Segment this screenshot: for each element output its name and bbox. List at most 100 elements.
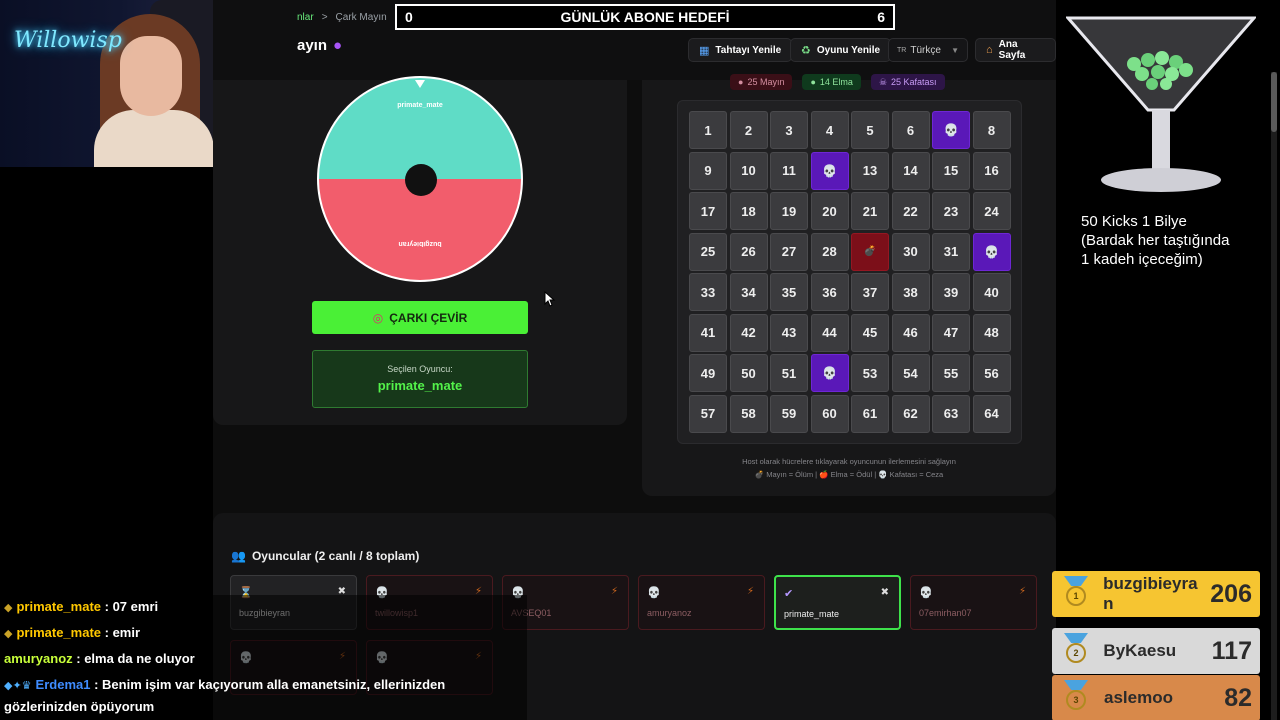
grid-cell-skull[interactable]: 💀: [810, 151, 849, 190]
grid-cell[interactable]: 8: [972, 111, 1011, 149]
page-scrollbar[interactable]: [1271, 72, 1277, 720]
grid-cell[interactable]: 45: [851, 313, 889, 352]
grid-cell[interactable]: 36: [810, 273, 849, 311]
refresh-board-button[interactable]: ▦ Tahtayı Yenile: [688, 38, 793, 62]
grid-cell[interactable]: 35: [770, 273, 808, 311]
player-action-icon[interactable]: ⚡: [1019, 586, 1026, 597]
grid-cell[interactable]: 4: [810, 111, 849, 149]
player-action-icon[interactable]: ✖: [881, 587, 889, 598]
grid-cell[interactable]: 9: [689, 151, 727, 190]
grid-cell[interactable]: 26: [729, 232, 768, 271]
leaderboard-name: buzgibieyra n: [1103, 574, 1198, 613]
player-status-icon: ✔: [784, 588, 794, 600]
grid-cell[interactable]: 38: [891, 273, 930, 311]
grid-cell[interactable]: 40: [972, 273, 1011, 311]
grid-cell[interactable]: 23: [932, 192, 970, 230]
player-card[interactable]: 💀 ⚡ amuryanoz: [638, 575, 765, 630]
grid-cell[interactable]: 51: [770, 354, 808, 392]
player-action-icon[interactable]: ⚡: [747, 586, 754, 597]
grid-cell[interactable]: 2: [729, 111, 768, 149]
refresh-game-button[interactable]: ♻ Oyunu Yenile: [790, 38, 892, 62]
grid-cell[interactable]: 44: [810, 313, 849, 352]
language-select[interactable]: TR Türkçe ▼: [888, 38, 968, 62]
grid-cell[interactable]: 22: [891, 192, 930, 230]
bomb-icon: ●: [333, 37, 343, 54]
grid-cell[interactable]: 53: [851, 354, 889, 392]
player-action-icon[interactable]: ⚡: [611, 586, 618, 597]
spin-wheel-button[interactable]: ◎ ÇARKI ÇEVİR: [312, 301, 528, 334]
grid-cell[interactable]: 57: [689, 394, 727, 433]
grid-cell[interactable]: 1: [689, 111, 727, 149]
mine-grid: 1 2 3 4 5 6 💀 8 9 10 11 💀 13 14 15 16 17 18 19 20 21 22 23 24 25…: [677, 100, 1022, 444]
player-card[interactable]: 💀 ⚡ 07emirhan07: [910, 575, 1037, 630]
grid-cell[interactable]: 3: [770, 111, 808, 149]
player-status-icon: 💀: [647, 587, 661, 599]
grid-cell[interactable]: 41: [689, 313, 727, 352]
grid-cell[interactable]: 42: [729, 313, 768, 352]
subscriber-goal-bar: 0 GÜNLÜK ABONE HEDEFİ 6: [395, 4, 895, 30]
grid-cell[interactable]: 46: [891, 313, 930, 352]
grid-cell[interactable]: 5: [851, 111, 889, 149]
player-name: 07emirhan07: [919, 608, 972, 618]
grid-cell[interactable]: 63: [932, 394, 970, 433]
grid-cell[interactable]: 19: [770, 192, 808, 230]
grid-cell[interactable]: 27: [770, 232, 808, 271]
grid-cell[interactable]: 16: [972, 151, 1011, 190]
grid-cell[interactable]: 15: [932, 151, 970, 190]
grid-cell[interactable]: 48: [972, 313, 1011, 352]
player-card[interactable]: ✔ ✖ primate_mate: [774, 575, 901, 630]
breadcrumb: nlar > Çark Mayın: [297, 12, 387, 23]
grid-cell[interactable]: 64: [972, 394, 1011, 433]
grid-cell[interactable]: 33: [689, 273, 727, 311]
grid-cell[interactable]: 59: [770, 394, 808, 433]
grid-cell[interactable]: 28: [810, 232, 849, 271]
grid-cell[interactable]: 18: [729, 192, 768, 230]
home-button[interactable]: ⌂ Ana Sayfa: [975, 38, 1056, 62]
grid-cell[interactable]: 31: [932, 232, 970, 271]
grid-cell[interactable]: 25: [689, 232, 727, 271]
leaderboard-row: 3 aslemoo 82: [1052, 675, 1260, 720]
grid-cell[interactable]: 24: [972, 192, 1011, 230]
leaderboard-score: 117: [1211, 636, 1252, 665]
kicks-line: 50 Kicks 1 Bilye: [1081, 213, 1187, 230]
grid-cell[interactable]: 10: [729, 151, 768, 190]
grid-cell[interactable]: 60: [810, 394, 849, 433]
grid-cell[interactable]: 20: [810, 192, 849, 230]
grid-cell[interactable]: 54: [891, 354, 930, 392]
grid-cell-skull[interactable]: 💀: [932, 111, 970, 149]
medal-icon: 2: [1058, 633, 1093, 669]
grid-cell[interactable]: 11: [770, 151, 808, 190]
grid-cell[interactable]: 58: [729, 394, 768, 433]
leaderboard-row: 1 buzgibieyra n 206: [1052, 571, 1260, 617]
bomb-icon: ●: [738, 77, 744, 87]
grid-cell[interactable]: 39: [932, 273, 970, 311]
grid-cell-mine[interactable]: 💣: [851, 232, 889, 271]
grid-cell[interactable]: 61: [851, 394, 889, 433]
grid-cell[interactable]: 17: [689, 192, 727, 230]
grid-cell-skull[interactable]: 💀: [972, 232, 1011, 271]
spin-wheel[interactable]: primate_mate buzgibieyran: [317, 76, 523, 282]
grid-cell[interactable]: 21: [851, 192, 889, 230]
grid-cell[interactable]: 49: [689, 354, 727, 392]
selected-player-value: primate_mate: [377, 378, 463, 393]
grid-cell[interactable]: 55: [932, 354, 970, 392]
grid-cell[interactable]: 6: [891, 111, 930, 149]
grid-cell[interactable]: 30: [891, 232, 930, 271]
grid-cell[interactable]: 34: [729, 273, 768, 311]
grid-cell[interactable]: 62: [891, 394, 930, 433]
grid-cell[interactable]: 47: [932, 313, 970, 352]
chat-message: ◆✦♛ Erdema1 : Benim işim var kaçıyorum al…: [4, 677, 446, 692]
scrollbar-thumb[interactable]: [1271, 72, 1277, 132]
grid-cell-skull[interactable]: 💀: [810, 354, 849, 392]
breadcrumb-parent-link[interactable]: nlar: [297, 12, 314, 23]
grid-cell[interactable]: 43: [770, 313, 808, 352]
grid-cell[interactable]: 37: [851, 273, 889, 311]
wheel-segment-bottom: buzgibieyran: [398, 240, 442, 247]
medal-icon: 1: [1058, 576, 1093, 612]
home-icon: ⌂: [986, 44, 993, 56]
grid-cell[interactable]: 50: [729, 354, 768, 392]
grid-cell[interactable]: 13: [851, 151, 889, 190]
chat-message: gözlerinizden öpüyorum: [4, 699, 155, 714]
grid-cell[interactable]: 56: [972, 354, 1011, 392]
grid-cell[interactable]: 14: [891, 151, 930, 190]
